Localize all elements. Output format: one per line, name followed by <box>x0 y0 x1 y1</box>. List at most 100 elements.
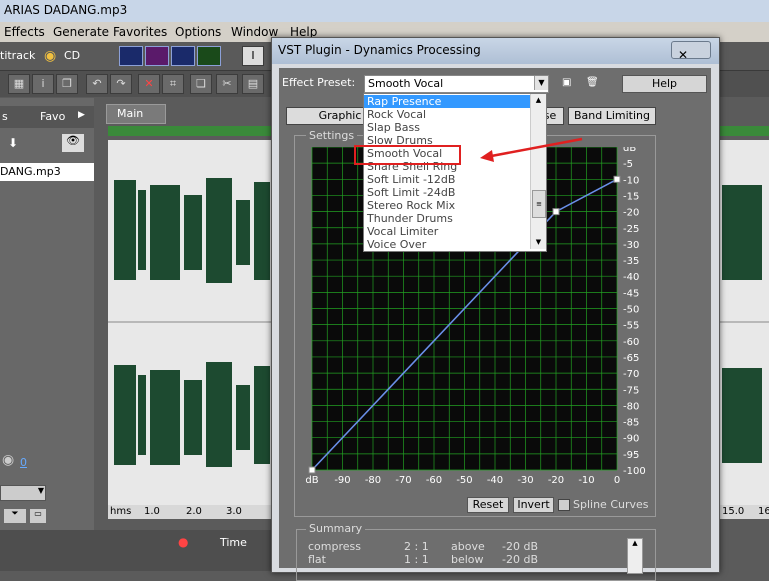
grid-icon[interactable]: ▦ <box>8 74 30 94</box>
spline-curves-checkbox[interactable] <box>558 499 570 511</box>
ruler-tick: 16 <box>758 506 769 517</box>
transport-panel: Time ● <box>0 530 272 571</box>
trim-icon[interactable]: ⌗ <box>162 74 184 94</box>
summary-label: Summary <box>306 522 366 535</box>
y-tick-label: -35 <box>623 256 639 267</box>
copy-icon[interactable]: ❏ <box>190 74 212 94</box>
summary-cond: above <box>451 540 485 553</box>
spline-curves-label: Spline Curves <box>573 498 649 511</box>
reset-button[interactable]: Reset <box>467 497 509 513</box>
tab-main-label: Main <box>117 107 144 120</box>
cd-view-label[interactable]: CD <box>64 49 80 62</box>
delete-preset-icon[interactable]: 🗑 <box>586 77 599 89</box>
menu-options[interactable]: Options <box>175 25 221 39</box>
panel-menu-icon[interactable]: ▶ <box>78 110 85 120</box>
volume-value[interactable]: 0 <box>20 456 27 469</box>
curve-handle[interactable] <box>613 175 621 183</box>
summary-type: compress <box>308 540 361 553</box>
delete-icon[interactable]: ✕ <box>138 74 160 94</box>
waveform-display[interactable] <box>108 140 272 505</box>
time-ruler-right: 15.0 16 <box>718 505 769 519</box>
x-tick-label: -70 <box>395 475 411 486</box>
preset-option[interactable]: Rock Vocal <box>364 108 531 121</box>
invert-button[interactable]: Invert <box>513 497 554 513</box>
waveform-display-right[interactable] <box>718 140 769 505</box>
summary-scrollbar[interactable]: ▲ <box>627 538 643 574</box>
effect-preset-select[interactable]: Smooth Vocal <box>364 75 549 93</box>
tab-time[interactable]: Time <box>220 536 247 549</box>
preset-option[interactable]: Rap Presence <box>364 95 531 108</box>
preset-dropdown-list[interactable]: Rap Presence Rock Vocal Slap Bass Slow Drum… <box>363 93 547 252</box>
menu-effects[interactable]: Effects <box>4 25 45 39</box>
waveform-mode-icon[interactable] <box>119 46 143 66</box>
y-tick-label: dB <box>623 147 636 154</box>
view-icon[interactable]: 👁 <box>62 134 84 152</box>
time-ruler: hms 1.0 2.0 3.0 <box>108 505 272 519</box>
tab-band-limiting[interactable]: Band Limiting <box>568 107 656 125</box>
clip-icon[interactable]: ▭ <box>30 509 46 523</box>
spectral-mode-icon[interactable] <box>145 46 169 66</box>
import-icon[interactable]: ⬇ <box>8 136 18 150</box>
app-title: ARIAS DADANG.mp3 <box>4 3 128 17</box>
preset-option[interactable]: Soft Limit -12dB <box>364 173 531 186</box>
redo-icon[interactable]: ↷ <box>110 74 132 94</box>
y-tick-label: -25 <box>623 224 639 235</box>
preset-option[interactable]: Stereo Rock Mix <box>364 199 531 212</box>
timeline-overview[interactable] <box>108 126 272 136</box>
preset-option[interactable]: Voice Over <box>364 238 531 251</box>
preset-option[interactable]: Vocal Limiter <box>364 225 531 238</box>
y-tick-label: -15 <box>623 191 639 202</box>
x-tick-label: -30 <box>517 475 533 486</box>
y-tick-label: -30 <box>623 240 639 251</box>
text-cursor-icon[interactable]: I <box>242 46 264 66</box>
tab-files[interactable]: s <box>2 110 8 123</box>
help-button[interactable]: Help <box>622 75 707 93</box>
curve-handle[interactable] <box>552 208 560 216</box>
y-tick-label: -80 <box>623 401 639 412</box>
spectral-pan-icon[interactable] <box>171 46 195 66</box>
close-button[interactable]: ✕ <box>671 41 711 62</box>
summary-level: -20 dB <box>502 540 538 553</box>
chevron-down-icon: ▼ <box>37 486 44 495</box>
dropdown-scrollbar[interactable]: ▲ ≡ ▼ <box>530 94 546 249</box>
tab-main[interactable]: Main <box>106 104 166 124</box>
record-icon[interactable]: ● <box>178 535 188 549</box>
x-tick-label: dB <box>305 475 318 486</box>
x-tick-label: 0 <box>614 475 620 486</box>
menu-generate[interactable]: Generate <box>53 25 109 39</box>
waveform-right-svg <box>718 185 769 463</box>
y-tick-label: -85 <box>623 418 639 429</box>
chevron-down-icon[interactable]: ▼ <box>534 76 548 90</box>
preset-option[interactable]: Soft Limit -24dB <box>364 186 531 199</box>
summary-level: -20 dB <box>502 553 538 566</box>
scroll-thumb[interactable]: ≡ <box>532 190 546 218</box>
left-panel-tabs: s Favo ▶ <box>0 106 94 128</box>
settings-label: Settings <box>306 129 358 142</box>
save-preset-icon[interactable]: ▣ <box>562 77 574 89</box>
scroll-up-icon[interactable]: ▲ <box>531 94 546 107</box>
timeline-overview-right[interactable] <box>718 126 769 136</box>
cd-icon[interactable]: ◉ <box>44 48 56 64</box>
phase-mode-icon[interactable] <box>197 46 221 66</box>
curve-handle[interactable] <box>308 466 316 474</box>
waveform-channel-right <box>114 362 270 467</box>
filter-icon[interactable]: ⏷ <box>4 509 26 523</box>
copy-file-icon[interactable]: ❐ <box>56 74 78 94</box>
summary-cond: below <box>451 553 484 566</box>
cut-icon[interactable]: ✂ <box>216 74 238 94</box>
paste-icon[interactable]: ▤ <box>242 74 264 94</box>
scroll-down-icon[interactable]: ▼ <box>531 236 546 249</box>
effect-preset-label: Effect Preset: <box>282 76 356 89</box>
preset-option[interactable]: Thunder Drums <box>364 212 531 225</box>
preset-option[interactable]: Slap Bass <box>364 121 531 134</box>
volume-knob-icon[interactable]: ◉ <box>2 452 14 468</box>
tab-favorites[interactable]: Favo <box>40 110 65 123</box>
y-tick-label: -55 <box>623 321 639 332</box>
zoom-select[interactable]: ▼ <box>0 485 46 501</box>
info-icon[interactable]: i <box>32 74 54 94</box>
file-list-item[interactable]: DANG.mp3 <box>0 163 94 181</box>
multitrack-view-label[interactable]: titrack <box>0 49 35 62</box>
undo-icon[interactable]: ↶ <box>86 74 108 94</box>
y-tick-label: -45 <box>623 288 639 299</box>
menu-favorites[interactable]: Favorites <box>113 25 167 39</box>
